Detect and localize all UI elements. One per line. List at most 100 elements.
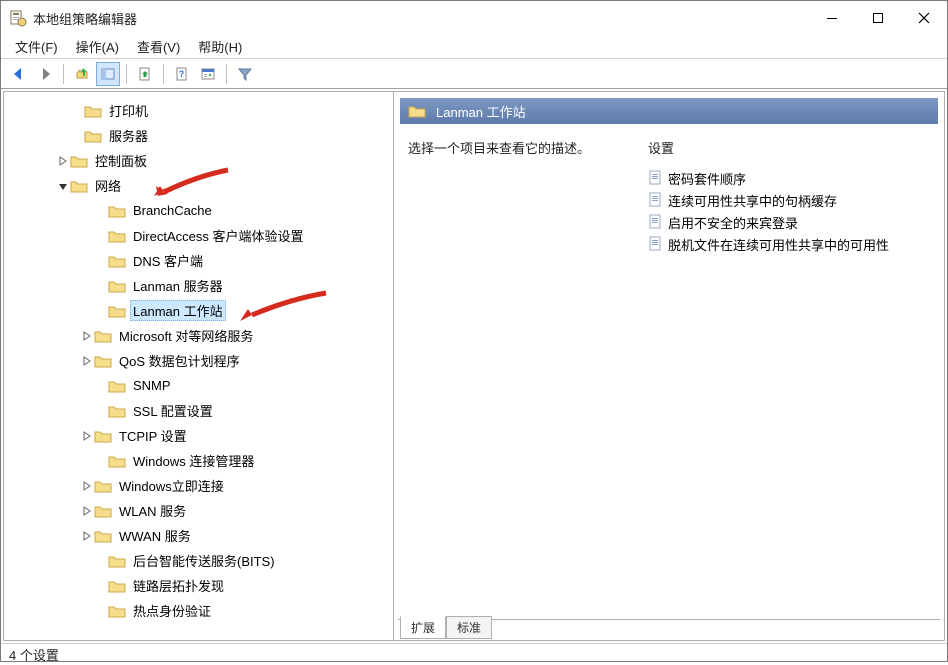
toolbar-separator [226, 64, 227, 84]
tree-item-printers[interactable]: 打印机 [4, 98, 393, 123]
tree-item-lltd[interactable]: 链路层拓扑发现 [4, 573, 393, 598]
tab-standard[interactable]: 标准 [446, 616, 492, 639]
maximize-button[interactable] [855, 1, 901, 35]
tree-item-control-panel[interactable]: 控制面板 [4, 148, 393, 173]
menu-file[interactable]: 文件(F) [7, 35, 66, 58]
folder-icon [84, 129, 102, 143]
tree-item-lanman-workstation[interactable]: Lanman 工作站 [4, 298, 393, 323]
setting-label: 启用不安全的来宾登录 [668, 213, 798, 232]
folder-icon [70, 154, 88, 168]
tree-item-ms-p2p[interactable]: Microsoft 对等网络服务 [4, 323, 393, 348]
tree-label: TCPIP 设置 [116, 425, 190, 446]
expander-collapsed[interactable] [80, 504, 94, 518]
tree-item-tcpip[interactable]: TCPIP 设置 [4, 423, 393, 448]
folder-icon [94, 504, 112, 518]
expander-expanded[interactable] [56, 179, 70, 193]
expander-collapsed[interactable] [80, 329, 94, 343]
tree-item-snmp[interactable]: SNMP [4, 373, 393, 398]
folder-icon [108, 254, 126, 268]
tree-item-wconn[interactable]: Windows立即连接 [4, 473, 393, 498]
expander-none [70, 104, 84, 118]
tree-label: QoS 数据包计划程序 [116, 350, 243, 371]
tree-item-qos[interactable]: QoS 数据包计划程序 [4, 348, 393, 373]
menu-help[interactable]: 帮助(H) [190, 35, 250, 58]
menu-action[interactable]: 操作(A) [68, 35, 127, 58]
tree-label: BranchCache [130, 202, 215, 219]
help-button[interactable]: ? [170, 62, 194, 86]
details-panel: Lanman 工作站 选择一个项目来查看它的描述。 设置 密码套件顺序 连续可用… [394, 92, 944, 640]
folder-icon [108, 604, 126, 618]
policy-icon [648, 192, 664, 208]
tab-extended[interactable]: 扩展 [400, 616, 446, 639]
folder-icon [408, 104, 426, 118]
tree-item-hotspot[interactable]: 热点身份验证 [4, 598, 393, 623]
main-area: 打印机 服务器 控制面板 网络 BranchCache DirectAccess… [3, 91, 945, 641]
expander-collapsed[interactable] [56, 154, 70, 168]
titlebar: 本地组策略编辑器 [1, 1, 947, 35]
tree-panel[interactable]: 打印机 服务器 控制面板 网络 BranchCache DirectAccess… [4, 92, 394, 640]
policy-icon [648, 170, 664, 186]
tree-item-wwan[interactable]: WWAN 服务 [4, 523, 393, 548]
tree-label: 网络 [92, 175, 124, 196]
tree-label: Lanman 工作站 [130, 300, 226, 321]
svg-text:?: ? [179, 69, 185, 79]
folder-icon [94, 354, 112, 368]
details-tabs: 扩展 标准 [394, 618, 944, 640]
minimize-button[interactable] [809, 1, 855, 35]
tree-label: WWAN 服务 [116, 525, 194, 546]
tree-item-network[interactable]: 网络 [4, 173, 393, 198]
tree-label: 控制面板 [92, 150, 150, 171]
tree-label: Microsoft 对等网络服务 [116, 325, 256, 346]
expander-none [70, 129, 84, 143]
expander-collapsed[interactable] [80, 529, 94, 543]
tree-label: 热点身份验证 [130, 600, 214, 621]
filter-button[interactable] [233, 62, 257, 86]
tree-label: Windows 连接管理器 [130, 450, 257, 471]
expander-collapsed[interactable] [80, 429, 94, 443]
folder-icon [108, 579, 126, 593]
expander-collapsed[interactable] [80, 354, 94, 368]
folder-icon [108, 554, 126, 568]
tree-item-directaccess[interactable]: DirectAccess 客户端体验设置 [4, 223, 393, 248]
tree-item-wcm[interactable]: Windows 连接管理器 [4, 448, 393, 473]
tree-item-branchcache[interactable]: BranchCache [4, 198, 393, 223]
show-tree-button[interactable] [96, 62, 120, 86]
menu-view[interactable]: 查看(V) [129, 35, 188, 58]
details-header-title: Lanman 工作站 [436, 102, 526, 121]
settings-column-header[interactable]: 设置 [648, 138, 938, 167]
setting-item[interactable]: 密码套件顺序 [648, 167, 938, 189]
app-icon [9, 9, 27, 27]
folder-icon [108, 279, 126, 293]
export-button[interactable] [133, 62, 157, 86]
folder-icon [108, 379, 126, 393]
tree-item-ssl[interactable]: SSL 配置设置 [4, 398, 393, 423]
tree-item-dns-client[interactable]: DNS 客户端 [4, 248, 393, 273]
policy-icon [648, 214, 664, 230]
forward-button[interactable] [33, 62, 57, 86]
tree-item-servers[interactable]: 服务器 [4, 123, 393, 148]
folder-icon [70, 179, 88, 193]
tree-label: 后台智能传送服务(BITS) [130, 550, 278, 571]
tree-label: 链路层拓扑发现 [130, 575, 227, 596]
setting-item[interactable]: 连续可用性共享中的句柄缓存 [648, 189, 938, 211]
setting-label: 密码套件顺序 [668, 169, 746, 188]
tree-label: DNS 客户端 [130, 250, 206, 271]
folder-icon [108, 204, 126, 218]
menubar: 文件(F) 操作(A) 查看(V) 帮助(H) [1, 35, 947, 59]
setting-label: 连续可用性共享中的句柄缓存 [668, 191, 837, 210]
properties-button[interactable] [196, 62, 220, 86]
tree-label: 打印机 [106, 100, 151, 121]
folder-icon [94, 529, 112, 543]
tree-item-lanman-server[interactable]: Lanman 服务器 [4, 273, 393, 298]
close-button[interactable] [901, 1, 947, 35]
back-button[interactable] [7, 62, 31, 86]
setting-label: 脱机文件在连续可用性共享中的可用性 [668, 235, 889, 254]
tree-item-wlan[interactable]: WLAN 服务 [4, 498, 393, 523]
tree-label: Windows立即连接 [116, 475, 227, 496]
setting-item[interactable]: 启用不安全的来宾登录 [648, 211, 938, 233]
up-button[interactable] [70, 62, 94, 86]
expander-collapsed[interactable] [80, 479, 94, 493]
setting-item[interactable]: 脱机文件在连续可用性共享中的可用性 [648, 233, 938, 255]
settings-list: 设置 密码套件顺序 连续可用性共享中的句柄缓存 启用不安全的来宾登录 脱机文件在… [648, 138, 938, 612]
tree-item-bits[interactable]: 后台智能传送服务(BITS) [4, 548, 393, 573]
